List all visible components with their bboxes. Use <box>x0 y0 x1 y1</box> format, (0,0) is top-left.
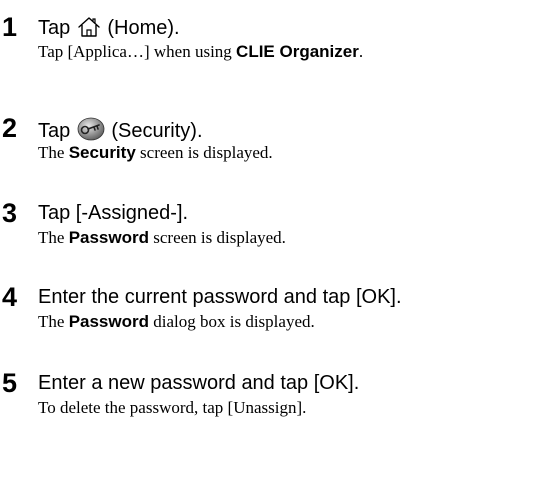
step-title: Tap (Security). <box>38 117 203 146</box>
step-number: 5 <box>2 368 18 398</box>
step-description: The Password dialog box is displayed. <box>38 312 315 331</box>
home-icon <box>77 16 101 43</box>
step-number: 2 <box>2 113 18 143</box>
step-number: 4 <box>2 282 18 312</box>
step-number: 1 <box>2 12 18 42</box>
step-description: The Security screen is displayed. <box>38 143 273 162</box>
step-title-text-after: (Home). <box>107 17 180 39</box>
app-name: CLIE Organizer <box>236 42 359 61</box>
step-title: Enter a new password and tap [OK]. <box>38 372 360 394</box>
step-number: 3 <box>2 198 18 228</box>
step-title-text: Tap <box>38 17 71 39</box>
step-title-text-after: (Security). <box>111 120 203 142</box>
step-title: Enter the current password and tap [OK]. <box>38 286 402 308</box>
step-description: The Password screen is displayed. <box>38 228 286 247</box>
step-title: Tap [-Assigned-]. <box>38 202 189 224</box>
security-key-icon <box>77 117 105 146</box>
step-description: Tap [Applica…] when using CLIE Organizer… <box>38 42 364 61</box>
screen-name: Password <box>68 228 149 247</box>
dialog-name: Password <box>68 312 149 331</box>
screen-name: Security <box>68 143 136 162</box>
step-description: To delete the password, tap [Unassign]. <box>38 398 307 417</box>
step-title-text: Tap <box>38 120 71 142</box>
step-title: Tap (Home). <box>38 16 180 43</box>
